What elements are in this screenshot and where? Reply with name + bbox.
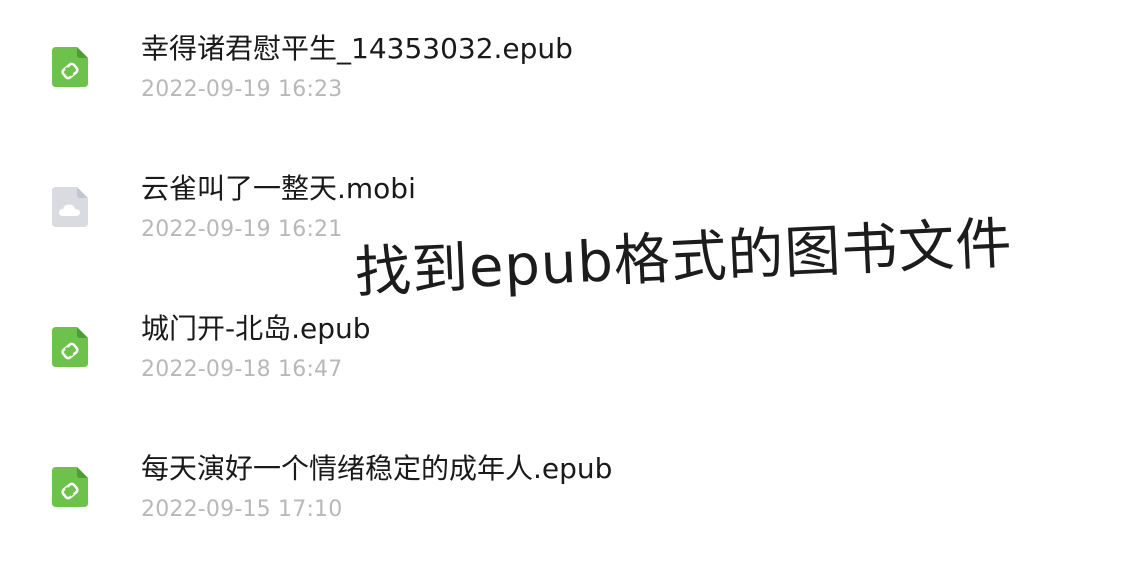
file-row[interactable]: 每天演好一个情绪稳定的成年人.epub 2022-09-15 17:10 [0, 420, 1127, 540]
file-row[interactable]: 幸得诸君慰平生_14353032.epub 2022-09-19 16:23 [0, 0, 1127, 120]
file-name: 每天演好一个情绪稳定的成年人.epub [141, 452, 613, 485]
file-date: 2022-09-19 16:21 [141, 217, 343, 242]
epub-file-icon [52, 47, 88, 87]
file-date: 2022-09-19 16:23 [141, 77, 343, 102]
file-name: 城门开-北岛.epub [141, 312, 371, 345]
file-name: 云雀叫了一整天.mobi [141, 172, 416, 205]
file-date: 2022-09-18 16:47 [141, 357, 343, 382]
cloud-file-icon [52, 187, 88, 227]
file-date: 2022-09-15 17:10 [141, 497, 343, 522]
epub-file-icon [52, 467, 88, 507]
file-name: 幸得诸君慰平生_14353032.epub [141, 32, 573, 65]
epub-file-icon [52, 327, 88, 367]
